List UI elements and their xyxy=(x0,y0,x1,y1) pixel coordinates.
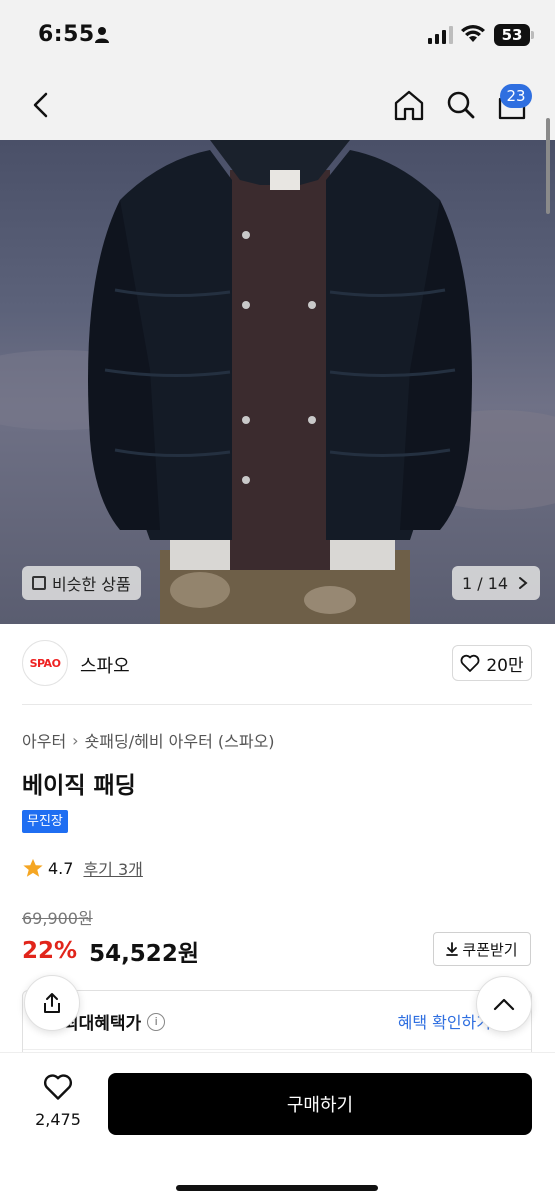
rating-row: 4.7 후기 3개 xyxy=(22,856,143,880)
price-row: 22% 54,522원 xyxy=(22,934,199,968)
breadcrumb-item[interactable]: 아우터 xyxy=(22,728,66,752)
person-icon xyxy=(95,27,109,43)
image-pager-text: 1 / 14 xyxy=(462,573,509,593)
coupon-label: 쿠폰받기 xyxy=(462,940,518,959)
breadcrumb-item[interactable]: 숏패딩/헤비 아우터 (스파오) xyxy=(85,728,275,752)
heart-icon xyxy=(44,1074,72,1100)
image-pager[interactable]: 1 / 14 xyxy=(452,566,541,600)
bottom-action-bar: 2,475 구매하기 xyxy=(0,1052,555,1200)
brand-like-count: 20만 xyxy=(486,655,524,676)
top-nav-bar xyxy=(0,70,555,140)
home-indicator[interactable] xyxy=(176,1185,378,1191)
download-icon xyxy=(446,942,459,956)
reviews-link[interactable]: 후기 3개 xyxy=(83,856,142,880)
signal-icon xyxy=(428,26,453,44)
rating-score: 4.7 xyxy=(48,858,74,878)
back-button[interactable] xyxy=(22,86,60,124)
max-benefit-box[interactable]: 최대혜택가 i 혜택 확인하기 xyxy=(22,990,532,1060)
search-button[interactable] xyxy=(442,86,480,124)
battery-tip xyxy=(531,31,534,39)
breadcrumb: 아우터 › 숏패딩/헤비 아우터 (스파오) xyxy=(22,728,275,752)
buy-button-label: 구매하기 xyxy=(286,1095,354,1116)
wifi-icon xyxy=(461,25,485,42)
share-icon xyxy=(44,993,60,1013)
original-price: 69,900원 xyxy=(22,909,93,928)
similar-products-label: 비슷한 상품 xyxy=(52,575,131,594)
page-scrollbar[interactable] xyxy=(546,118,550,214)
star-icon xyxy=(23,858,43,877)
sale-price: 54,522원 xyxy=(89,941,199,967)
status-time: 6:55 xyxy=(38,22,95,47)
chevron-right-icon xyxy=(519,577,528,589)
product-image-carousel[interactable]: 비슷한 상품 1 / 14 xyxy=(0,140,555,624)
divider xyxy=(22,704,532,705)
divider xyxy=(23,1049,531,1050)
status-bar: 6:55 53 xyxy=(0,0,555,70)
info-icon[interactable]: i xyxy=(147,1012,166,1031)
buy-button[interactable]: 구매하기 xyxy=(108,1073,532,1135)
battery-indicator: 53 xyxy=(494,24,530,46)
product-photo xyxy=(0,140,555,624)
brand-logo-text: SPAO xyxy=(29,656,61,670)
heart-icon xyxy=(460,654,480,672)
brand-name[interactable]: 스파오 xyxy=(80,652,130,678)
similar-products-button[interactable]: 비슷한 상품 xyxy=(22,566,141,600)
brand-like-button[interactable]: 20만 xyxy=(452,645,532,681)
wishlist-count: 2,475 xyxy=(35,1110,81,1129)
scroll-top-button[interactable] xyxy=(476,976,532,1032)
share-button[interactable] xyxy=(24,975,80,1031)
similar-items-icon xyxy=(32,576,46,590)
store-tag-badge: 무진장 xyxy=(22,810,68,833)
product-title: 베이직 패딩 xyxy=(22,773,136,799)
brand-row: SPAO 스파오 20만 xyxy=(0,624,555,704)
chevron-left-icon xyxy=(33,92,48,118)
chevron-right-icon: › xyxy=(72,730,79,750)
max-benefit-label-wrap: 최대혜택가 i xyxy=(63,1009,166,1034)
coupon-button[interactable]: 쿠폰받기 xyxy=(433,932,531,966)
search-icon xyxy=(447,91,475,119)
cart-count-badge: 23 xyxy=(500,84,532,108)
wishlist-button[interactable]: 2,475 xyxy=(24,1073,92,1129)
discount-rate: 22% xyxy=(22,938,78,964)
brand-logo[interactable]: SPAO xyxy=(22,640,68,686)
home-button[interactable] xyxy=(390,86,428,124)
home-icon xyxy=(394,90,424,121)
chevron-up-icon xyxy=(493,998,515,1011)
